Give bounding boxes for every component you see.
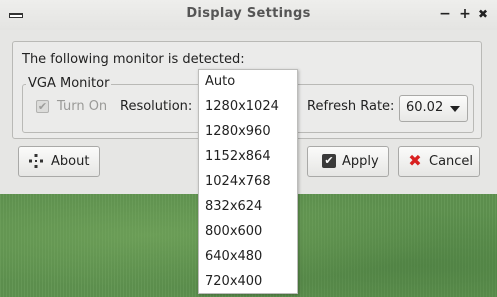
resolution-dropdown-list[interactable]: Auto 1280x1024 1280x960 1152x864 1024x76… [198, 69, 298, 294]
window-title: Display Settings [186, 6, 311, 21]
detected-text: The following monitor is detected: [22, 52, 245, 67]
refresh-rate-label: Refresh Rate: [307, 99, 395, 114]
move-arrows-icon [29, 154, 43, 168]
cancel-button[interactable]: ✖ Cancel [398, 146, 480, 177]
title-bar[interactable]: Display Settings − + ✖ [0, 0, 497, 30]
refresh-rate-select[interactable]: 60.02 [399, 95, 468, 122]
checkmark-icon: ✔ [322, 154, 336, 168]
apply-button[interactable]: ✔ Apply [307, 146, 389, 177]
maximize-button[interactable]: + [457, 5, 473, 23]
resolution-option[interactable]: Auto [205, 74, 235, 92]
refresh-rate-value: 60.02 [406, 100, 444, 115]
chevron-down-icon [450, 106, 460, 112]
turn-on-label: Turn On [57, 99, 108, 114]
cancel-label: Cancel [429, 154, 474, 169]
resolution-option[interactable]: 832x624 [205, 199, 262, 217]
resolution-label: Resolution: [120, 99, 193, 114]
turn-on-checkbox[interactable]: ✔ [36, 100, 49, 113]
resolution-option[interactable]: 640x480 [205, 249, 262, 267]
about-button[interactable]: About [18, 146, 100, 177]
resolution-option[interactable]: 1280x1024 [205, 99, 279, 117]
about-label: About [51, 154, 90, 169]
cancel-x-icon: ✖ [408, 151, 422, 170]
monitor-group-label: VGA Monitor [26, 76, 112, 91]
resolution-option[interactable]: 800x600 [205, 224, 262, 242]
close-button[interactable]: ✖ [475, 5, 491, 23]
apply-label: Apply [342, 154, 379, 169]
minimize-button[interactable]: − [437, 5, 453, 23]
resolution-option[interactable]: 1280x960 [205, 124, 271, 142]
resolution-option[interactable]: 720x400 [205, 274, 262, 292]
resolution-option[interactable]: 1152x864 [205, 149, 271, 167]
resolution-option[interactable]: 1024x768 [205, 174, 271, 192]
